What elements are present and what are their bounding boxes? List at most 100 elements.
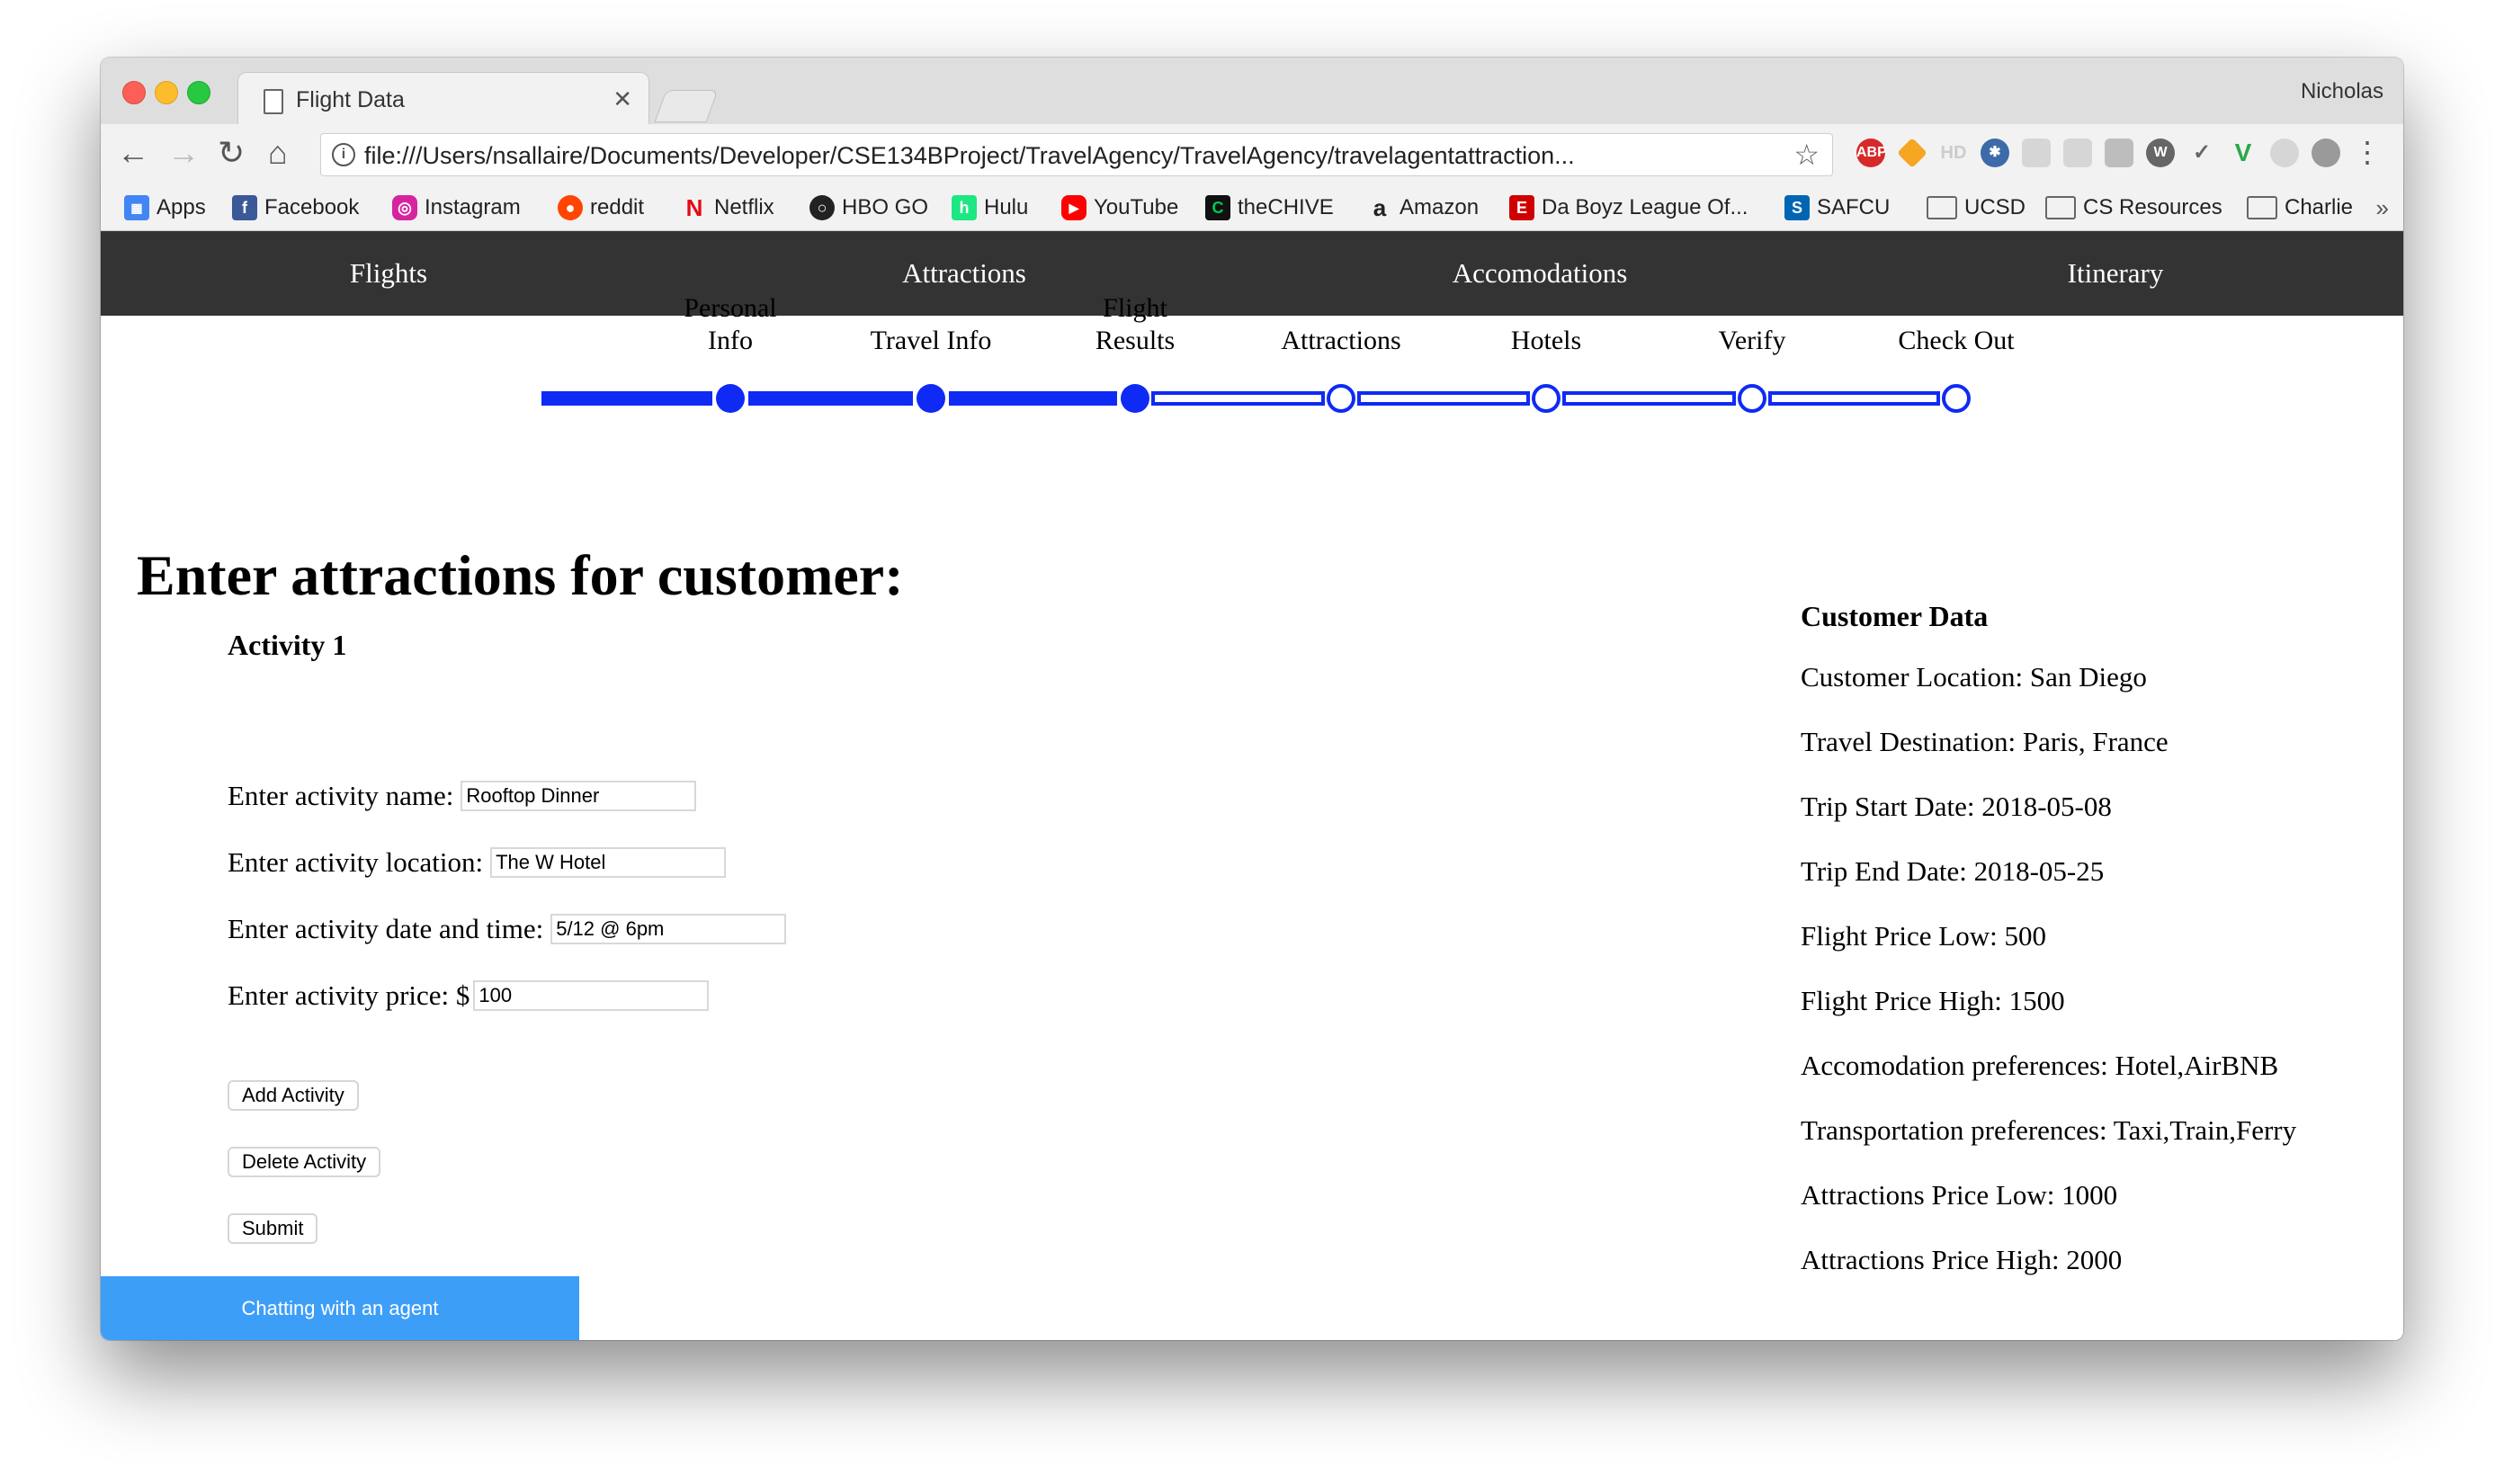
hulu-icon: h (952, 195, 977, 220)
progress-step-dot (1738, 384, 1766, 413)
activity-location-input[interactable] (490, 847, 727, 878)
customer-data-item: Attractions Price High: 2000 (1801, 1244, 2123, 1275)
netflix-icon: N (685, 194, 703, 221)
bookmark-folder-ucsd[interactable]: UCSD (1927, 194, 2026, 221)
extension-icon-9[interactable]: ✓ (2187, 139, 2216, 167)
active-tab[interactable]: Flight Data ✕ (237, 72, 649, 127)
bookmark-safcu[interactable]: S SAFCU (1784, 194, 1890, 221)
safcu-icon: S (1784, 195, 1810, 220)
react-extension-icon[interactable] (2270, 139, 2299, 167)
browser-menu-icon[interactable]: ⋮ (2353, 135, 2382, 169)
bookmark-label: theCHIVE (1238, 195, 1334, 219)
customer-data-item: Attractions Price Low: 1000 (1801, 1179, 2118, 1211)
settings-extension-icon[interactable] (2312, 139, 2340, 167)
progress-segment (541, 391, 712, 406)
bookmark-amazon[interactable]: a Amazon (1367, 194, 1479, 221)
bookmark-hbo-go[interactable]: ○ HBO GO (809, 194, 928, 221)
activity-title: Activity 1 (228, 629, 347, 661)
hbo-icon: ○ (809, 195, 835, 220)
bookmark-youtube[interactable]: ▶ YouTube (1061, 194, 1178, 221)
bookmark-apps[interactable]: ▦ Apps (124, 194, 206, 221)
activity-name-row: Enter activity name: (228, 780, 697, 812)
back-arrow-icon[interactable]: ← (117, 135, 149, 171)
activity-datetime-input[interactable] (550, 914, 787, 944)
customer-data-item: Transportation preferences: Taxi,Train,F… (1801, 1114, 2297, 1146)
folder-icon (2247, 196, 2277, 219)
bookmarks-bar: ▦ Apps f Facebook ◎ Instagram ● reddit N… (101, 183, 2403, 231)
submit-button[interactable]: Submit (228, 1213, 318, 1244)
forward-arrow-icon[interactable]: → (167, 135, 200, 171)
adblock-icon[interactable]: ABP (1856, 139, 1887, 167)
chive-icon: C (1205, 195, 1230, 220)
hd-extension-icon[interactable]: HD (1939, 139, 1968, 167)
activity-location-row: Enter activity location: (228, 846, 727, 879)
bookmark-label: YouTube (1094, 195, 1179, 219)
info-icon[interactable]: i (332, 143, 355, 166)
browser-window: Flight Data ✕ Nicholas ← → ↻ ⌂ i file://… (101, 58, 2403, 1340)
bookmark-instagram[interactable]: ◎ Instagram (392, 194, 521, 221)
amazon-icon: a (1373, 194, 1387, 221)
bookmark-hulu[interactable]: h Hulu (952, 194, 1028, 221)
vue-extension-icon[interactable]: V (2229, 139, 2258, 167)
url-text[interactable]: file:///Users/nsallaire/Documents/Develo… (364, 142, 1575, 170)
title-bar: Flight Data ✕ Nicholas (101, 58, 2403, 127)
bookmark-label: Apps (156, 195, 206, 219)
progress-segment (1562, 391, 1736, 406)
customer-data-item: Trip Start Date: 2018-05-08 (1801, 791, 2112, 822)
customer-data-item: Flight Price High: 1500 (1801, 985, 2065, 1016)
page-heading: Enter attractions for customer: (137, 543, 904, 607)
activity-name-label: Enter activity name: (228, 780, 454, 811)
activity-name-input[interactable] (461, 781, 697, 811)
folder-icon (2045, 196, 2076, 219)
bookmark-star-icon[interactable]: ☆ (1793, 138, 1820, 172)
bookmark-label: UCSD (1964, 195, 2026, 219)
bookmark-reddit[interactable]: ● reddit (558, 194, 644, 221)
extension-icon-7[interactable] (2105, 139, 2133, 167)
progress-segment (949, 391, 1117, 406)
zoom-window-button[interactable] (187, 81, 210, 104)
bookmark-thechive[interactable]: C theCHIVE (1205, 194, 1334, 221)
gear-extension-icon[interactable]: ✱ (1981, 139, 2009, 167)
reload-icon[interactable]: ↻ (218, 135, 245, 171)
bookmark-folder-charlie[interactable]: Charlie (2247, 194, 2353, 221)
bookmark-label: Amazon (1400, 195, 1480, 219)
chat-with-agent-bar[interactable]: Chatting with an agent (101, 1276, 579, 1340)
folder-icon (1927, 196, 1957, 219)
apps-icon: ▦ (124, 195, 149, 220)
bookmark-label: CS Resources (2083, 195, 2222, 219)
bookmark-facebook[interactable]: f Facebook (232, 194, 359, 221)
add-activity-button[interactable]: Add Activity (228, 1080, 359, 1111)
new-tab-button[interactable] (654, 90, 719, 122)
activity-price-input[interactable] (473, 980, 710, 1011)
extension-icon-6[interactable] (2063, 139, 2092, 167)
espn-icon: E (1509, 195, 1534, 220)
activity-datetime-label: Enter activity date and time: (228, 913, 544, 944)
customer-data-item: Trip End Date: 2018-05-25 (1801, 855, 2105, 887)
bookmark-label: Instagram (425, 195, 521, 219)
tab-close-icon[interactable]: ✕ (613, 85, 632, 113)
extension-icon-5[interactable] (2022, 139, 2051, 167)
bookmark-netflix[interactable]: N Netflix (682, 194, 774, 221)
profile-name[interactable]: Nicholas (2301, 79, 2383, 104)
customer-data-item: Accomodation preferences: Hotel,AirBNB (1801, 1050, 2279, 1081)
progress-segment (1151, 391, 1325, 406)
progress-segment (1357, 391, 1530, 406)
home-icon[interactable]: ⌂ (268, 135, 288, 171)
activity-location-label: Enter activity location: (228, 846, 484, 878)
close-window-button[interactable] (122, 81, 146, 104)
minimize-window-button[interactable] (155, 81, 178, 104)
more-bookmarks-icon[interactable]: » (2376, 194, 2389, 222)
customer-data-item: Travel Destination: Paris, France (1801, 726, 2169, 757)
browser-toolbar: ← → ↻ ⌂ i file:///Users/nsallaire/Docume… (101, 124, 2403, 183)
bookmark-folder-cs-resources[interactable]: CS Resources (2045, 194, 2222, 221)
delete-activity-button[interactable]: Delete Activity (228, 1147, 381, 1177)
extension-diamond-icon[interactable] (1897, 138, 1927, 168)
progress-tracker (541, 384, 1971, 413)
wordpress-icon[interactable]: W (2146, 139, 2175, 167)
bookmark-label: HBO GO (842, 195, 929, 219)
address-bar[interactable]: i file:///Users/nsallaire/Documents/Deve… (320, 133, 1833, 176)
bookmark-da-boyz-league[interactable]: E Da Boyz League Of... (1509, 194, 1748, 221)
youtube-icon: ▶ (1061, 195, 1087, 220)
bookmark-label: Facebook (264, 195, 360, 219)
instagram-icon: ◎ (392, 195, 417, 220)
